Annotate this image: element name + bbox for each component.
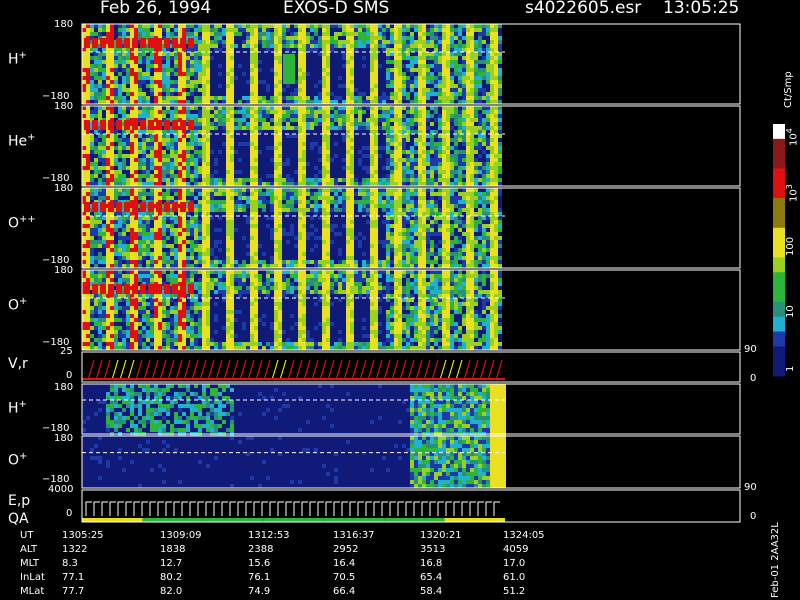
- ytick-h2-top: 180: [54, 382, 74, 393]
- colorbar-label-10: 10: [785, 305, 796, 318]
- rtick-ep-bottom: 0: [750, 511, 757, 522]
- ytick-he-top: 180: [54, 101, 74, 112]
- colorbar-label-1: 1: [785, 365, 796, 372]
- table-cell: 4059: [503, 544, 529, 555]
- ytick-opp-top: 180: [54, 183, 74, 194]
- table-cell: 1838: [160, 544, 186, 555]
- table-cell: 1320:21: [420, 530, 462, 541]
- rtick-vr-bottom: 0: [750, 373, 757, 384]
- table-cell: 1312:53: [248, 530, 290, 541]
- panel-o-plus-2: [81, 435, 741, 489]
- ytick-o2-top: 180: [54, 433, 74, 444]
- table-cell: 15.6: [248, 558, 271, 569]
- panel-ep-qa: [81, 489, 741, 523]
- table-cell: 61.0: [503, 572, 526, 583]
- table-cell: 8.3: [62, 558, 78, 569]
- panel-label-o-plus-2: O+: [8, 451, 28, 469]
- table-cell: 1322: [62, 544, 88, 555]
- table-row-label: UT: [20, 530, 34, 541]
- table-cell: 17.0: [503, 558, 526, 569]
- table-row-label: MLat: [20, 586, 45, 597]
- table-cell: 12.7: [160, 558, 183, 569]
- ytick-op-top: 180: [54, 265, 74, 276]
- table-cell: 65.4: [420, 572, 443, 583]
- table-cell: 66.4: [333, 586, 356, 597]
- table-cell: 16.8: [420, 558, 443, 569]
- table-row-label: InLat: [20, 572, 45, 583]
- table-cell: 1316:37: [333, 530, 375, 541]
- colorbar-label-1000: 103: [785, 184, 800, 202]
- rtick-vr-top: 90: [744, 344, 757, 355]
- table-row-label: ALT: [20, 544, 38, 555]
- panel-label-o-plus-plus: O++: [8, 214, 36, 232]
- table-cell: 76.1: [248, 572, 271, 583]
- spectrogram-plot: [81, 23, 785, 523]
- table-cell: 77.7: [62, 586, 85, 597]
- panel-label-he-plus: He+: [8, 132, 36, 150]
- colorbar-label-10000: 104: [785, 128, 800, 146]
- panel-vr: [81, 351, 741, 383]
- panel-label-o-plus: O+: [8, 296, 28, 314]
- panel-label-vr: V,r: [8, 356, 28, 372]
- table-cell: 16.4: [333, 558, 356, 569]
- panel-label-ep: E,p: [8, 493, 31, 509]
- table-cell: 70.5: [333, 572, 356, 583]
- panel-h-plus: [81, 23, 741, 105]
- table-cell: 82.0: [160, 586, 183, 597]
- table-cell: 1324:05: [503, 530, 545, 541]
- ytick-vr-top: 25: [60, 346, 73, 357]
- panel-label-h-plus-2: H+: [8, 399, 27, 417]
- colorbar-label-100: 100: [785, 236, 796, 256]
- table-cell: 74.9: [248, 586, 271, 597]
- panel-label-h-plus: H+: [8, 50, 27, 68]
- panel-h-plus-2: [81, 383, 741, 436]
- panel-label-qa: QA: [8, 511, 29, 527]
- ytick-ep-top: 4000: [48, 484, 74, 495]
- table-cell: 2388: [248, 544, 274, 555]
- table-cell: 3513: [420, 544, 446, 555]
- panel-o-plus: [81, 269, 741, 351]
- table-cell: 1305:25: [62, 530, 104, 541]
- ytick-h-top: 180: [54, 19, 74, 30]
- ytick-ep-bottom: 0: [66, 508, 73, 519]
- table-cell: 2952: [333, 544, 359, 555]
- footer-code: Feb-01 2AA32L: [770, 522, 781, 598]
- table-cell: 1309:09: [160, 530, 202, 541]
- table-row-label: MLT: [20, 558, 39, 569]
- table-cell: 80.2: [160, 572, 183, 583]
- ytick-vr-bottom: 0: [66, 370, 73, 381]
- rtick-ep-top: 90: [744, 482, 757, 493]
- panel-he-plus: [81, 105, 741, 187]
- colorbar-unit: Ct/Smp: [783, 71, 794, 108]
- table-cell: 58.4: [420, 586, 443, 597]
- table-cell: 77.1: [62, 572, 85, 583]
- panel-o-plus-plus: [81, 187, 741, 269]
- table-cell: 51.2: [503, 586, 526, 597]
- colorbar: [773, 124, 785, 377]
